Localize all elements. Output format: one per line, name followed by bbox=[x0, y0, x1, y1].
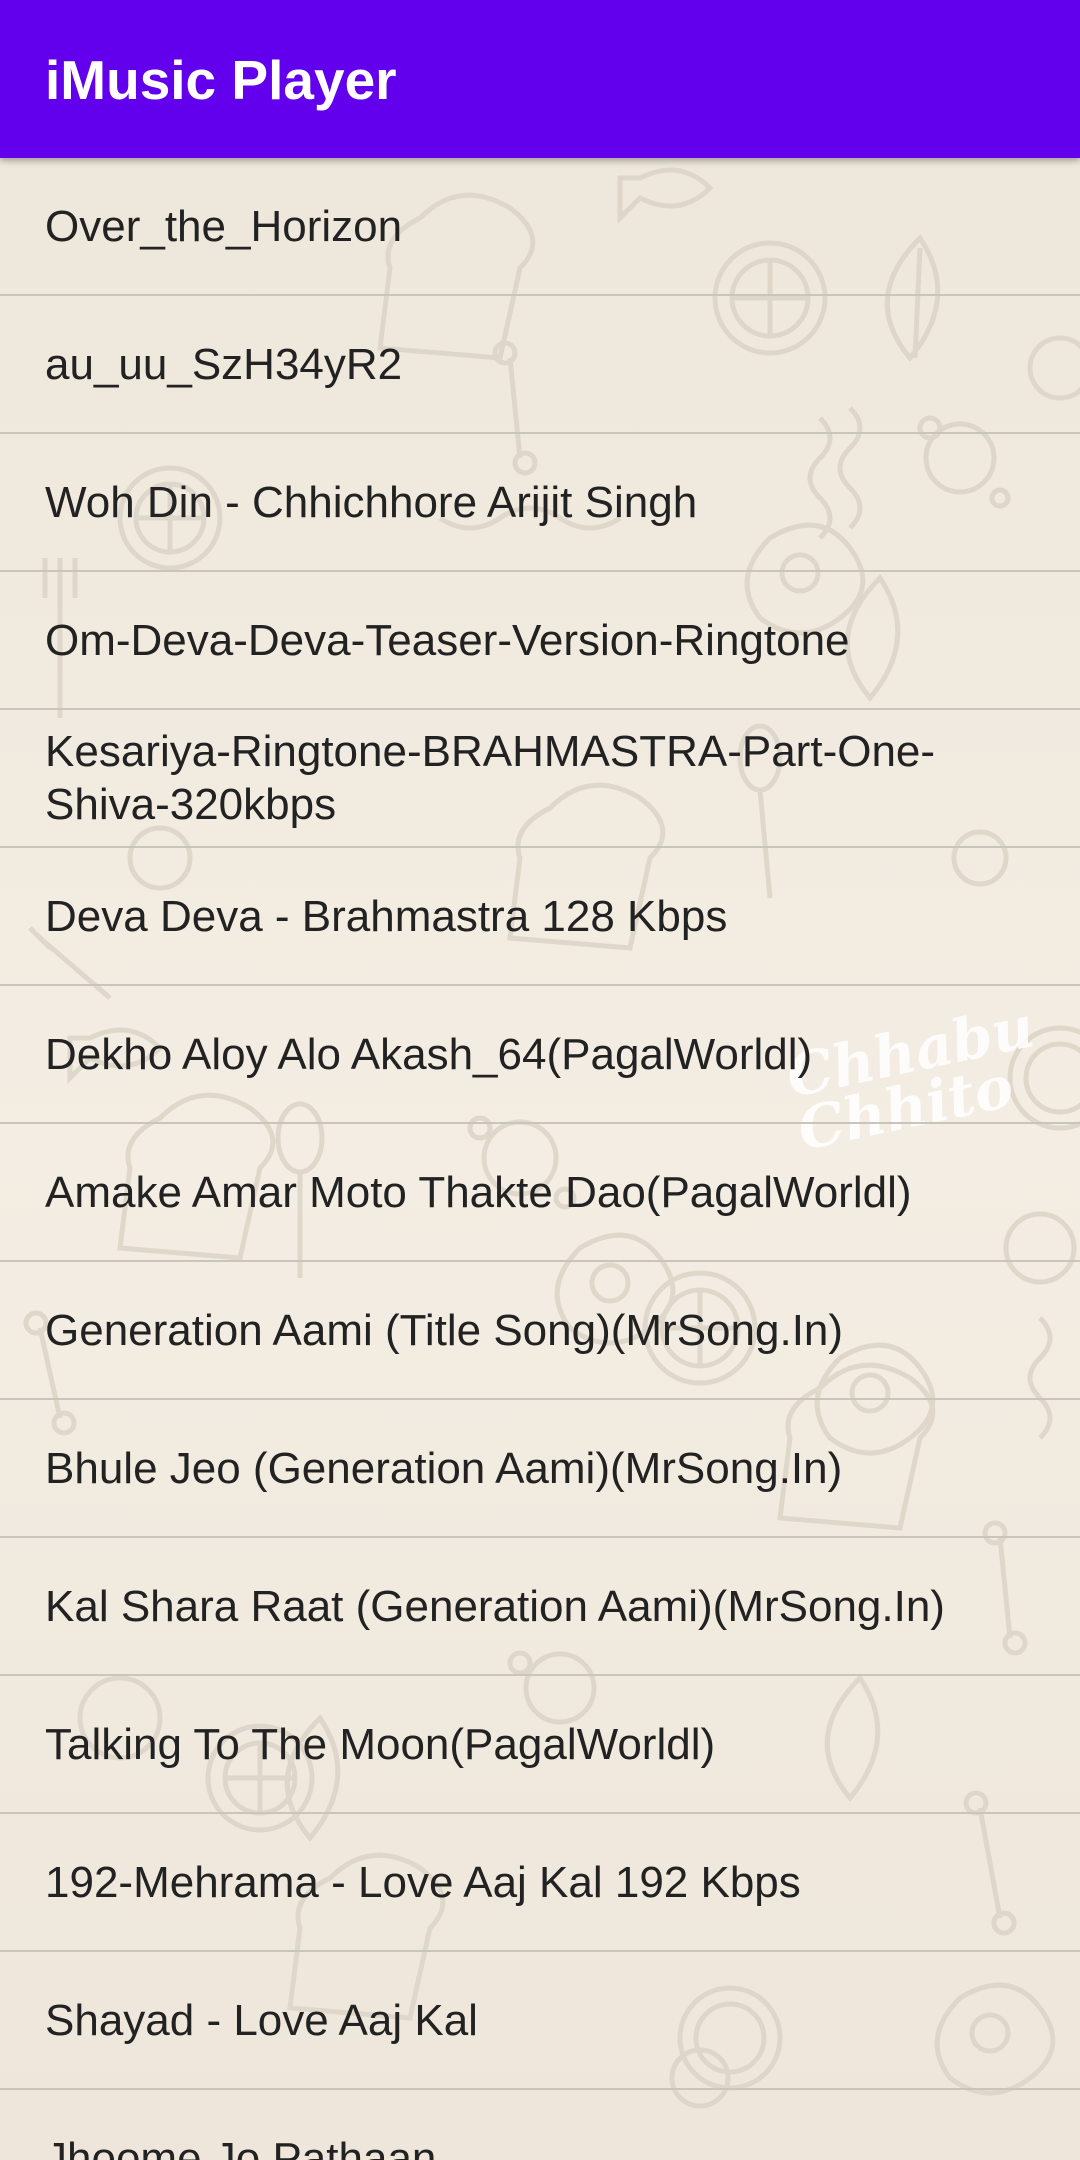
song-list-item[interactable]: Kesariya-Ringtone-BRAHMASTRA-Part-One-Sh… bbox=[0, 710, 1080, 848]
song-title: Shayad - Love Aaj Kal bbox=[45, 1995, 478, 2045]
song-list-item[interactable]: Amake Amar Moto Thakte Dao(PagalWorldl) bbox=[0, 1124, 1080, 1262]
song-title: au_uu_SzH34yR2 bbox=[45, 339, 403, 389]
song-list-item[interactable]: Generation Aami (Title Song)(MrSong.In) bbox=[0, 1262, 1080, 1400]
song-list-item[interactable]: Shayad - Love Aaj Kal bbox=[0, 1952, 1080, 2090]
song-list[interactable]: Over_the_Horizon au_uu_SzH34yR2 Woh Din - … bbox=[0, 158, 1080, 2160]
song-title: Woh Din - Chhichhore Arijit Singh bbox=[45, 477, 698, 527]
song-title: Dekho Aloy Alo Akash_64(PagalWorldl) bbox=[45, 1029, 813, 1079]
song-list-item[interactable]: Over_the_Horizon bbox=[0, 158, 1080, 296]
song-title: Kesariya-Ringtone-BRAHMASTRA-Part-One-Sh… bbox=[45, 727, 936, 829]
song-title: Generation Aami (Title Song)(MrSong.In) bbox=[45, 1305, 844, 1355]
song-list-item[interactable]: Talking To The Moon(PagalWorldl) bbox=[0, 1676, 1080, 1814]
song-title: Bhule Jeo (Generation Aami)(MrSong.In) bbox=[45, 1443, 843, 1493]
song-title: Over_the_Horizon bbox=[45, 201, 403, 251]
song-list-item[interactable]: Bhule Jeo (Generation Aami)(MrSong.In) bbox=[0, 1400, 1080, 1538]
app-bar: iMusic Player bbox=[0, 0, 1080, 158]
song-title: Kal Shara Raat (Generation Aami)(MrSong.… bbox=[45, 1581, 945, 1631]
app-title: iMusic Player bbox=[45, 49, 397, 111]
song-title: Amake Amar Moto Thakte Dao(PagalWorldl) bbox=[45, 1167, 912, 1217]
song-list-item[interactable]: Deva Deva - Brahmastra 128 Kbps bbox=[0, 848, 1080, 986]
song-list-item[interactable]: Woh Din - Chhichhore Arijit Singh bbox=[0, 434, 1080, 572]
song-title: Om-Deva-Deva-Teaser-Version-Ringtone bbox=[45, 615, 850, 665]
song-list-item[interactable]: 192-Mehrama - Love Aaj Kal 192 Kbps bbox=[0, 1814, 1080, 1952]
song-list-item[interactable]: Jhoome Jo Pathaan bbox=[0, 2090, 1080, 2160]
song-title: Jhoome Jo Pathaan bbox=[45, 2133, 437, 2160]
song-title: Talking To The Moon(PagalWorldl) bbox=[45, 1719, 716, 1769]
song-list-item[interactable]: Om-Deva-Deva-Teaser-Version-Ringtone bbox=[0, 572, 1080, 710]
song-title: Deva Deva - Brahmastra 128 Kbps bbox=[45, 891, 728, 941]
song-title: 192-Mehrama - Love Aaj Kal 192 Kbps bbox=[45, 1857, 801, 1907]
song-list-item[interactable]: au_uu_SzH34yR2 bbox=[0, 296, 1080, 434]
song-list-item[interactable]: Dekho Aloy Alo Akash_64(PagalWorldl) bbox=[0, 986, 1080, 1124]
song-list-item[interactable]: Kal Shara Raat (Generation Aami)(MrSong.… bbox=[0, 1538, 1080, 1676]
